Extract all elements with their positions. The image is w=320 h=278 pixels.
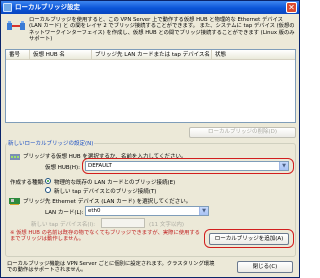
creation-type-label: 作成する種類: — [10, 180, 45, 186]
chevron-down-icon[interactable]: ▼ — [199, 207, 208, 215]
column-bridge-device[interactable]: ブリッジ先 LAN カードまたは tap デバイス名 — [92, 50, 212, 60]
title-bar[interactable]: ローカルブリッジ設定 ✕ — [1, 1, 299, 14]
window-title: ローカルブリッジ設定 — [15, 3, 80, 11]
lan-instruction: ブリッジ先 Ethernet デバイス (LAN カード) を選択してください。 — [23, 199, 192, 205]
column-number[interactable]: 番号 — [6, 50, 30, 60]
footer-note: ローカルブリッジ機能は VPN Server ごとに個別に設定されます。クラスタ… — [7, 261, 215, 274]
hub-icon — [10, 154, 20, 160]
hub-select-highlight — [82, 158, 294, 174]
radio-physical-lan-label[interactable]: 物理的な既存の LAN カードとのブリッジ接続(E) — [54, 178, 175, 186]
hub-label: 仮想 HUB(H): — [45, 165, 80, 171]
bridge-list[interactable]: 番号 仮想 HUB 名 ブリッジ先 LAN カードまたは tap デバイス名 状… — [5, 49, 296, 123]
bridge-list-header: 番号 仮想 HUB 名 ブリッジ先 LAN カードまたは tap デバイス名 状… — [6, 50, 295, 60]
lan-card-label: LAN カード(L): — [45, 210, 84, 216]
column-status[interactable]: 状態 — [212, 50, 295, 60]
radio-new-tap-label[interactable]: 新しい tap デバイスとのブリッジ接続(T) — [54, 187, 156, 195]
add-bridge-highlight — [204, 229, 294, 248]
app-icon — [3, 3, 12, 12]
network-bridge-icon — [7, 21, 25, 30]
column-hub-name[interactable]: 仮想 HUB 名 — [30, 50, 92, 60]
new-bridge-group-title: 新しいローカルブリッジの設定(N) — [7, 139, 95, 147]
radio-new-tap[interactable] — [45, 187, 51, 193]
lan-card-icon — [9, 198, 20, 205]
bridge-note: ※ 仮想 HUB の名前は既存の物でなくてもブリッジできますが、実際に使用するま… — [10, 230, 200, 243]
local-bridge-settings-window: ローカルブリッジ設定 ✕ ローカルブリッジを使用すると、この VPN Serve… — [0, 0, 300, 278]
lan-card-select-value: eth0 — [88, 208, 101, 214]
bridge-description: ローカルブリッジを使用すると、この VPN Server 上で動作する仮想 HU… — [29, 17, 295, 42]
lan-card-select[interactable]: eth0 ▼ — [85, 206, 209, 216]
close-window-button[interactable]: ✕ — [286, 2, 297, 13]
delete-bridge-button[interactable]: ローカルブリッジの削除(D) — [189, 127, 296, 138]
close-button[interactable]: 閉じる(C) — [237, 261, 293, 273]
tap-device-label: 新しい tap デバイス名(I): — [31, 222, 96, 228]
radio-physical-lan[interactable] — [45, 178, 51, 184]
tap-device-hint: (11 文字以内) — [149, 222, 185, 228]
tap-device-input[interactable] — [101, 218, 145, 228]
